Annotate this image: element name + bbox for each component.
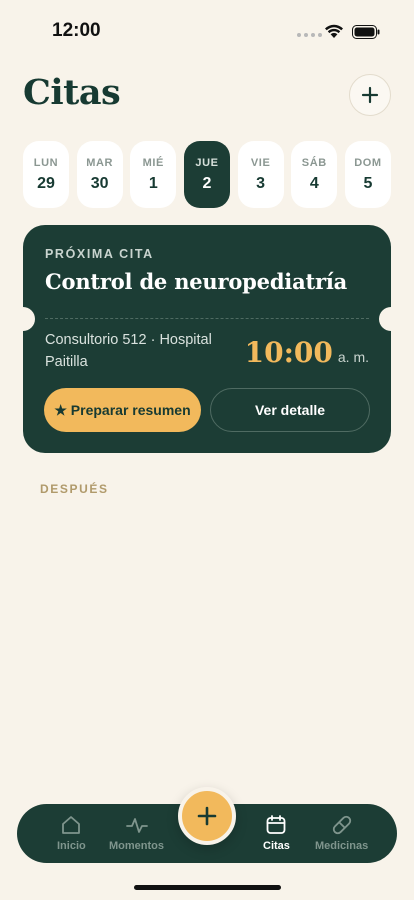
new-entry-fab-button[interactable]	[178, 787, 236, 845]
view-detail-button[interactable]: Ver detalle	[210, 388, 370, 432]
section-later-heading: DESPUÉS	[40, 482, 109, 496]
day-name: DOM	[354, 156, 382, 169]
day-name: VIE	[250, 156, 271, 169]
wifi-icon	[325, 24, 343, 38]
add-appointment-button[interactable]	[349, 74, 391, 116]
appointment-location: Consultorio 512 · Hospital Paitilla	[45, 332, 212, 370]
day-number: 2	[202, 174, 212, 192]
pill-icon	[332, 815, 351, 835]
day-number: 30	[90, 174, 109, 192]
activity-icon	[125, 818, 148, 833]
day-name: MIÉ	[142, 156, 164, 169]
day-number: 3	[256, 174, 266, 192]
time-period: a. m.	[337, 349, 369, 365]
appointment-time: 10:00 a. m.	[245, 336, 369, 369]
page-title: Citas	[23, 72, 121, 113]
appointment-title: Control de neuropediatría	[45, 269, 348, 294]
day-fri[interactable]: VIE 3	[237, 141, 284, 208]
tab-momentos[interactable]: Momentos	[109, 814, 164, 852]
battery-icon	[352, 25, 380, 39]
day-sat[interactable]: SÁB 4	[291, 141, 338, 208]
ticket-notch-left	[23, 307, 35, 331]
tab-label: Medicinas	[315, 840, 369, 852]
day-tue[interactable]: MAR 30	[76, 141, 123, 208]
tab-citas[interactable]: Citas	[263, 814, 290, 852]
week-strip: LUN 29 MAR 30 MIÉ 1 JUE 2 VIE 3 SÁB 4 DO…	[23, 141, 391, 208]
dashed-divider	[45, 318, 369, 319]
tab-label: Inicio	[57, 840, 86, 852]
day-wed[interactable]: MIÉ 1	[130, 141, 177, 208]
day-name: MAR	[86, 156, 114, 169]
day-name: SÁB	[301, 156, 327, 169]
status-bar: 12:00	[0, 0, 414, 60]
ticket-notch-right	[379, 307, 391, 331]
home-indicator	[134, 885, 281, 890]
home-icon	[62, 816, 81, 834]
tab-label: Momentos	[109, 840, 164, 852]
plus-icon	[361, 86, 379, 104]
day-name: JUE	[195, 156, 219, 169]
day-name: LUN	[33, 156, 59, 169]
tab-label: Citas	[263, 840, 290, 852]
time-value: 10:00	[244, 336, 333, 369]
tab-inicio[interactable]: Inicio	[57, 814, 86, 852]
next-appointment-card[interactable]: PRÓXIMA CITA Control de neuropediatría C…	[23, 225, 391, 453]
tab-medicinas[interactable]: Medicinas	[315, 814, 368, 852]
plus-icon	[197, 806, 217, 826]
calendar-icon	[267, 815, 286, 834]
day-mon[interactable]: LUN 29	[23, 141, 69, 208]
day-number: 4	[309, 174, 319, 192]
day-number: 1	[148, 174, 158, 192]
card-kicker: PRÓXIMA CITA	[45, 247, 154, 261]
day-number: 29	[37, 174, 55, 192]
day-sun[interactable]: DOM 5	[344, 141, 391, 208]
day-number: 5	[363, 174, 373, 192]
signal-icon	[297, 33, 322, 37]
prepare-summary-button[interactable]: ★ Preparar resumen	[44, 388, 201, 432]
status-time: 12:00	[52, 20, 101, 41]
day-thu-selected[interactable]: JUE 2	[183, 141, 230, 208]
